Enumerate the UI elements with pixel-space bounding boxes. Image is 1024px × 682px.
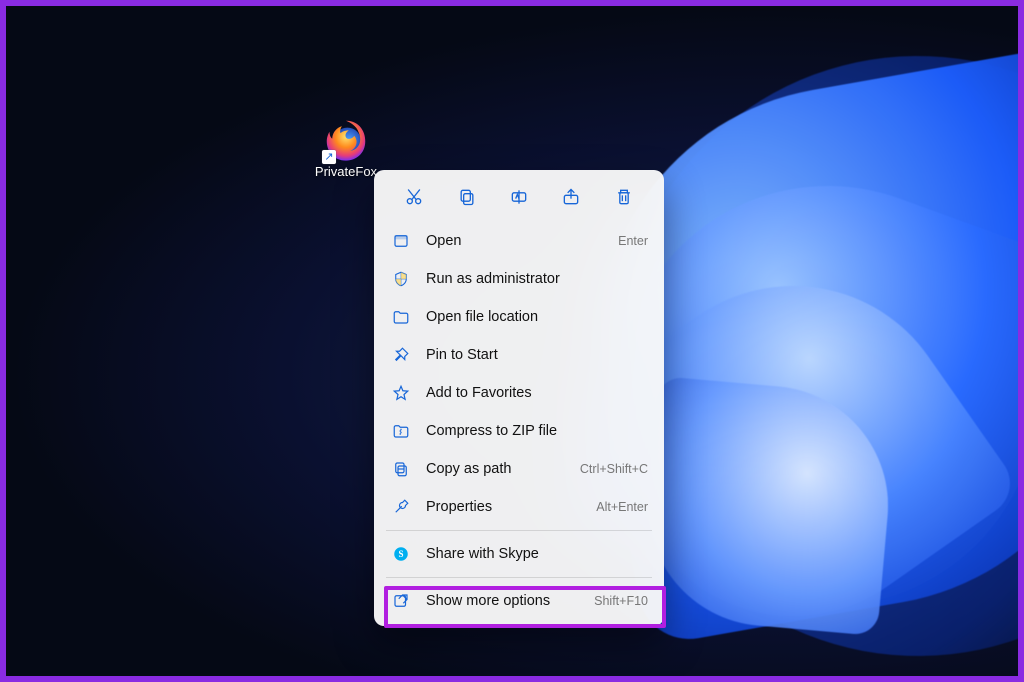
menu-item-open[interactable]: OpenEnter xyxy=(380,222,658,260)
menu-item-label: Show more options xyxy=(426,593,594,609)
copy-path-icon xyxy=(390,458,412,480)
firefox-icon: ↗ xyxy=(324,118,368,162)
shortcut-arrow-icon: ↗ xyxy=(322,150,336,164)
menu-item-label: Run as administrator xyxy=(426,271,648,287)
shield-admin-icon xyxy=(390,268,412,290)
zip-icon xyxy=(390,420,412,442)
menu-item-copy-as-path[interactable]: Copy as pathCtrl+Shift+C xyxy=(380,450,658,488)
rename-icon[interactable] xyxy=(501,180,537,214)
menu-item-accelerator: Alt+Enter xyxy=(596,500,648,514)
menu-separator xyxy=(386,577,652,578)
star-icon xyxy=(390,382,412,404)
menu-item-add-to-favorites[interactable]: Add to Favorites xyxy=(380,374,658,412)
cut-icon[interactable] xyxy=(396,180,432,214)
menu-item-accelerator: Shift+F10 xyxy=(594,594,648,608)
desktop-wallpaper[interactable]: ↗ PrivateFox xyxy=(0,0,1024,682)
pin-icon xyxy=(390,344,412,366)
menu-item-properties[interactable]: PropertiesAlt+Enter xyxy=(380,488,658,526)
context-menu-action-row xyxy=(380,176,658,222)
menu-item-share-with-skype[interactable]: S Share with Skype xyxy=(380,535,658,573)
menu-item-show-more-options[interactable]: Show more optionsShift+F10 xyxy=(380,582,658,620)
share-icon[interactable] xyxy=(553,180,589,214)
menu-item-label: Pin to Start xyxy=(426,347,648,363)
skype-icon: S xyxy=(390,543,412,565)
wrench-icon xyxy=(390,496,412,518)
menu-item-label: Compress to ZIP file xyxy=(426,423,648,439)
menu-item-accelerator: Ctrl+Shift+C xyxy=(580,462,648,476)
open-app-icon xyxy=(390,230,412,252)
svg-text:S: S xyxy=(398,549,403,559)
menu-separator xyxy=(386,530,652,531)
menu-item-label: Open xyxy=(426,233,618,249)
menu-item-label: Open file location xyxy=(426,309,648,325)
copy-icon[interactable] xyxy=(449,180,485,214)
delete-icon[interactable] xyxy=(606,180,642,214)
menu-item-run-as-administrator[interactable]: Run as administrator xyxy=(380,260,658,298)
menu-item-label: Add to Favorites xyxy=(426,385,648,401)
menu-item-accelerator: Enter xyxy=(618,234,648,248)
context-menu: OpenEnter Run as administrator Open file l… xyxy=(374,170,664,626)
desktop-shortcut-privatefox[interactable]: ↗ PrivateFox xyxy=(306,118,386,179)
menu-item-pin-to-start[interactable]: Pin to Start xyxy=(380,336,658,374)
menu-item-label: Copy as path xyxy=(426,461,580,477)
menu-item-compress-to-zip-file[interactable]: Compress to ZIP file xyxy=(380,412,658,450)
menu-item-open-file-location[interactable]: Open file location xyxy=(380,298,658,336)
menu-item-label: Share with Skype xyxy=(426,546,648,562)
folder-icon xyxy=(390,306,412,328)
more-options-icon xyxy=(390,590,412,612)
menu-item-label: Properties xyxy=(426,499,596,515)
